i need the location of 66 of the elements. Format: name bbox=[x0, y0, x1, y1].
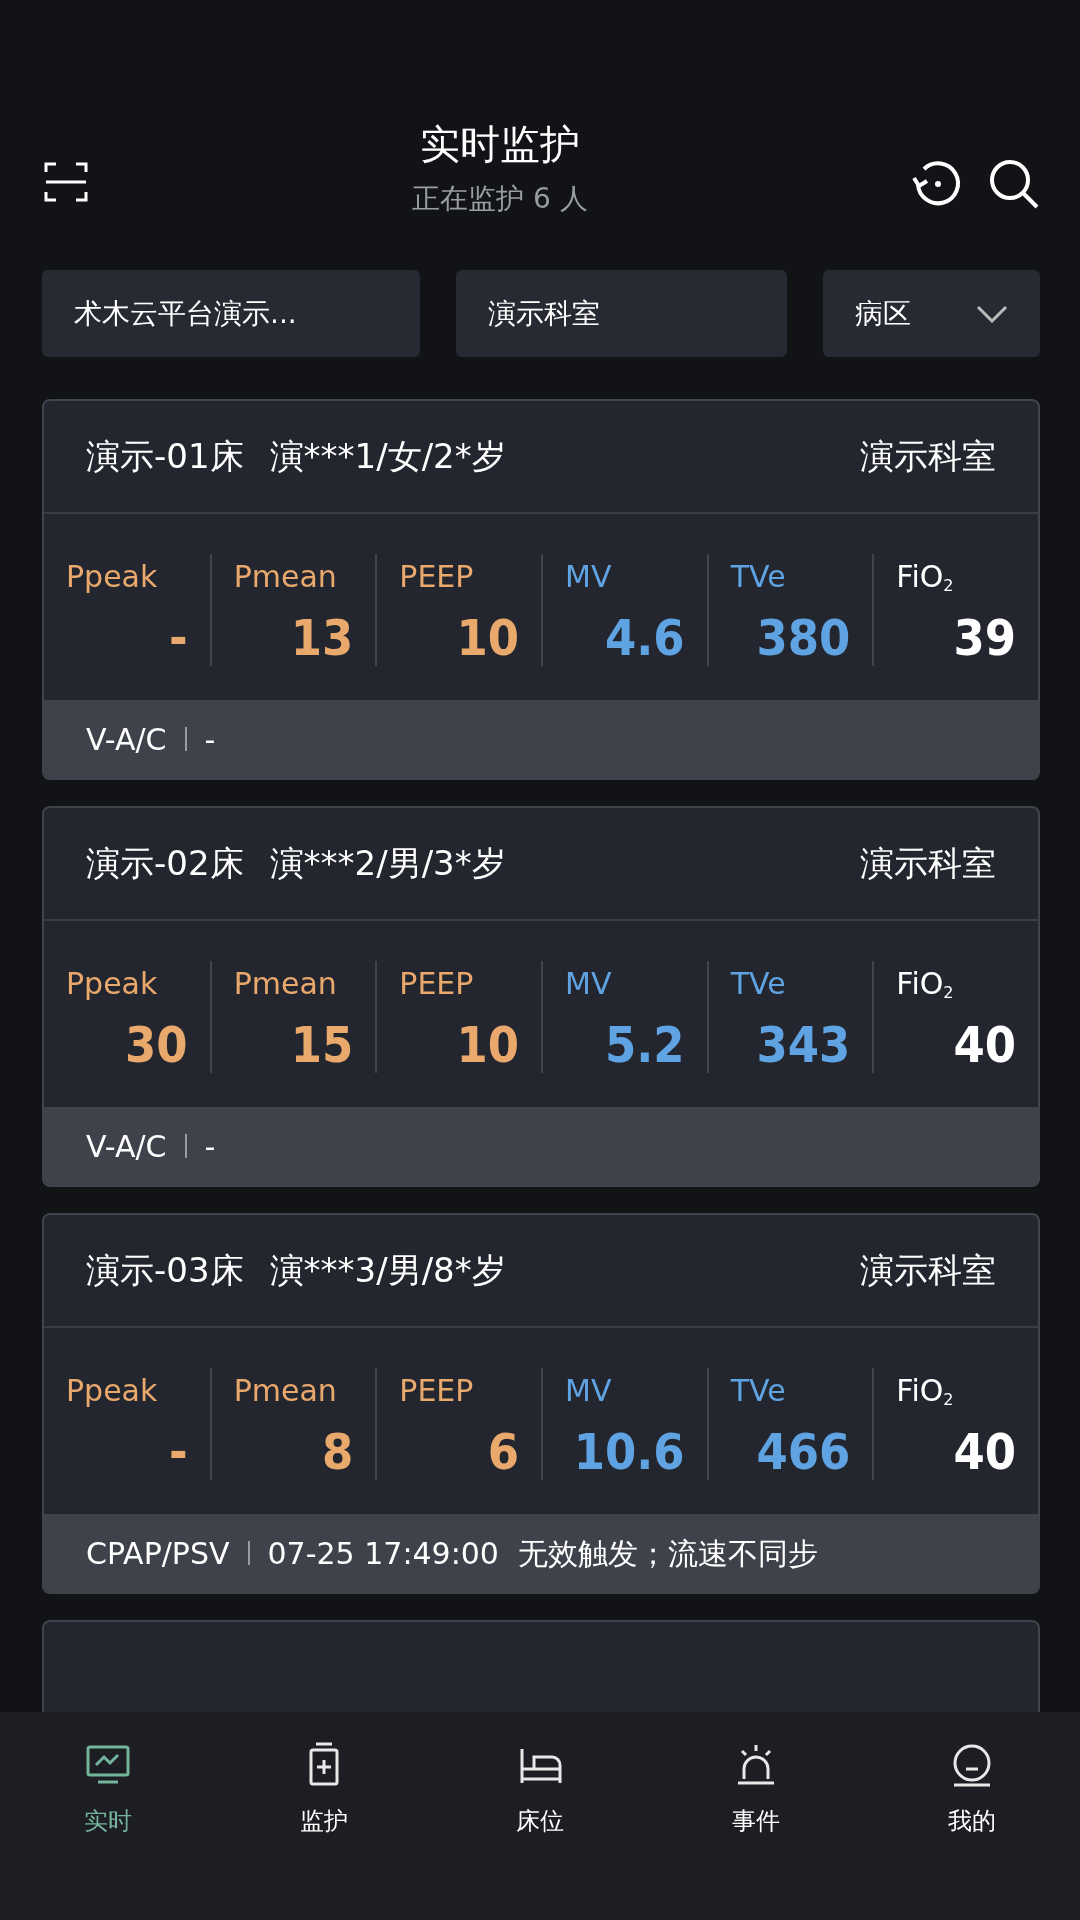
metric-label: Ppeak bbox=[66, 1372, 158, 1410]
patient-info: 演***3/男/8*岁 bbox=[269, 1249, 506, 1292]
nav-tab[interactable]: 我的 bbox=[864, 1740, 1080, 1920]
patient-info: 演***1/女/2*岁 bbox=[269, 435, 506, 478]
metric-label: TVe bbox=[730, 558, 786, 596]
metric-value: - bbox=[168, 1425, 188, 1480]
nav-tab[interactable]: 实时 bbox=[0, 1740, 216, 1920]
metric-value: 30 bbox=[125, 1018, 188, 1073]
metric-value: 4.6 bbox=[604, 611, 685, 666]
ventilation-mode: V-A/C bbox=[86, 720, 167, 759]
metric-label: FiO$_{2}$ bbox=[896, 1372, 954, 1411]
metric-value: - bbox=[168, 611, 188, 666]
metric-value: 10.6 bbox=[573, 1425, 685, 1480]
search-icon[interactable] bbox=[988, 158, 1040, 210]
event-text: - bbox=[204, 720, 216, 759]
metric-value: 8 bbox=[322, 1425, 354, 1480]
bed-number: 演示-01床 bbox=[86, 435, 244, 478]
metric-value: 13 bbox=[290, 611, 354, 666]
metric-value: 343 bbox=[756, 1018, 851, 1073]
metric-value: 10 bbox=[456, 611, 519, 666]
ward-dropdown[interactable]: 病区 bbox=[822, 270, 1040, 357]
filter-button[interactable]: 术木云平台演示... bbox=[42, 270, 420, 357]
bed-number: 演示-02床 bbox=[86, 842, 244, 885]
metric-value: 39 bbox=[953, 611, 1016, 666]
patient-info: 演***2/男/3*岁 bbox=[269, 842, 506, 885]
patient-card[interactable]: 演示-03床 演***3/男/8*岁 演示科室 Ppeak - Pmean 8 PEEP 6 MV 10.6 TVe 466 FiO$_{2}$ 40 CPAP/PSV 07-25 17:49:00 无效触发；流速不同步 bbox=[42, 1213, 1040, 1594]
nav-tab[interactable]: 监护 bbox=[216, 1740, 432, 1920]
monitoring-count: 正在监护 6 人 bbox=[412, 181, 588, 217]
bed-number: 演示-03床 bbox=[86, 1249, 244, 1292]
department-name: 演示科室 bbox=[860, 842, 996, 885]
metric-value: 6 bbox=[487, 1425, 519, 1480]
metric-label: MV bbox=[565, 965, 612, 1003]
metric-value: 15 bbox=[290, 1018, 354, 1073]
patient-card[interactable]: 演示-02床 演***2/男/3*岁 演示科室 Ppeak 30 Pmean 15 PEEP 10 MV 5.2 TVe 343 FiO$_{2}$ 40 V-A/C - bbox=[42, 806, 1040, 1187]
nav-tab[interactable]: 事件 bbox=[648, 1740, 864, 1920]
metric-value: 10 bbox=[456, 1018, 519, 1073]
metric-label: MV bbox=[565, 558, 612, 596]
department-name: 演示科室 bbox=[860, 435, 996, 478]
chevron-down-icon bbox=[976, 304, 1008, 323]
patient-card[interactable]: 演示-01床 演***1/女/2*岁 演示科室 Ppeak - Pmean 13 PEEP 10 MV 4.6 TVe 380 FiO$_{2}$ 39 V-A/C - bbox=[42, 399, 1040, 780]
page-title: 实时监护 bbox=[419, 120, 581, 168]
department-name: 演示科室 bbox=[860, 1249, 996, 1292]
metric-label: MV bbox=[565, 1372, 612, 1410]
metric-value: 380 bbox=[756, 611, 851, 666]
metric-label: Pmean bbox=[233, 558, 337, 596]
metric-label: FiO$_{2}$ bbox=[896, 965, 954, 1004]
metric-value: 466 bbox=[756, 1425, 851, 1480]
metric-label: PEEP bbox=[399, 558, 474, 596]
metric-label: FiO$_{2}$ bbox=[896, 558, 954, 597]
metric-label: Pmean bbox=[233, 965, 337, 1003]
metric-label: TVe bbox=[730, 1372, 786, 1410]
metric-label: Pmean bbox=[233, 1372, 337, 1410]
metric-value: 40 bbox=[953, 1425, 1016, 1480]
ventilation-mode: V-A/C bbox=[86, 1127, 167, 1166]
ventilation-mode: CPAP/PSV bbox=[86, 1534, 230, 1573]
metric-label: Ppeak bbox=[66, 965, 158, 1003]
filter-button[interactable]: 演示科室 bbox=[455, 270, 787, 357]
metric-label: TVe bbox=[730, 965, 786, 1003]
metric-label: PEEP bbox=[399, 965, 474, 1003]
nav-tab[interactable]: 床位 bbox=[432, 1740, 648, 1920]
metric-value: 5.2 bbox=[604, 1018, 685, 1073]
metric-label: Ppeak bbox=[66, 558, 158, 596]
event-text: - bbox=[204, 1127, 216, 1166]
event-text: 07-25 17:49:00 无效触发；流速不同步 bbox=[267, 1534, 819, 1573]
metric-value: 40 bbox=[953, 1018, 1016, 1073]
metric-label: PEEP bbox=[399, 1372, 474, 1410]
